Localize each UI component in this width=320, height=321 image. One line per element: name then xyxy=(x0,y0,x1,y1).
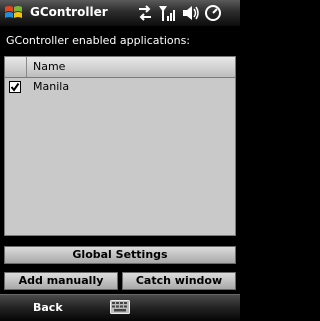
softkey-bar: Back xyxy=(0,294,240,321)
row-app-name: Manila xyxy=(33,80,70,93)
signal-strength-icon[interactable] xyxy=(158,4,178,22)
connectivity-icon[interactable] xyxy=(136,4,154,22)
applications-list[interactable]: Name Manila xyxy=(4,56,236,236)
catch-window-button[interactable]: Catch window xyxy=(122,272,236,290)
global-settings-button[interactable]: Global Settings xyxy=(4,246,236,264)
back-softkey[interactable]: Back xyxy=(33,301,63,314)
enabled-apps-label: GController enabled applications: xyxy=(6,34,191,47)
checkmark-icon xyxy=(10,82,20,92)
app-title: GController xyxy=(30,5,108,19)
add-manually-button[interactable]: Add manually xyxy=(4,272,118,290)
column-header-name[interactable]: Name xyxy=(33,60,65,73)
status-icons[interactable] xyxy=(136,4,236,22)
volume-icon[interactable] xyxy=(181,4,201,22)
title-bar: GController xyxy=(0,0,240,27)
keyboard-icon[interactable] xyxy=(110,300,130,314)
clock-icon[interactable] xyxy=(204,4,222,22)
list-item[interactable]: Manila xyxy=(5,78,235,96)
list-header: Name xyxy=(5,57,235,78)
windows-start-icon[interactable] xyxy=(3,3,25,23)
column-header-check[interactable] xyxy=(5,57,27,77)
row-checkbox[interactable] xyxy=(9,81,21,93)
